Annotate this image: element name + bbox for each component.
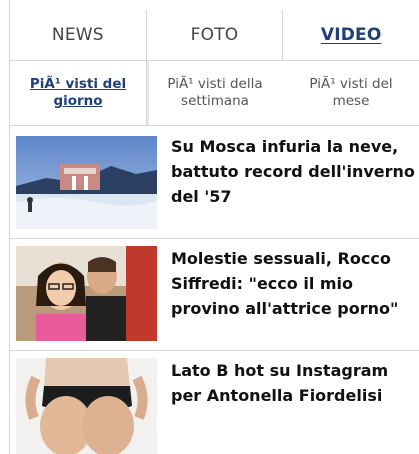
tab-news[interactable]: NEWS (10, 10, 146, 60)
portrait-image (16, 246, 157, 341)
main-tabs: NEWS FOTO VIDEO (10, 10, 419, 61)
news-thumbnail-instagram[interactable] (16, 358, 157, 454)
divider (10, 350, 419, 351)
photo-image (16, 358, 157, 454)
snow-scene-image (16, 136, 157, 229)
news-headline[interactable]: Su Mosca infuria la neve, battuto record… (171, 134, 415, 209)
subtab-month[interactable]: PiÃ¹ visti del mese (283, 61, 419, 125)
news-headline[interactable]: Lato B hot su Instagram per Antonella Fi… (171, 358, 415, 408)
list-item[interactable]: Su Mosca infuria la neve, battuto record… (10, 134, 419, 229)
list-item[interactable]: Molestie sessuali, Rocco Siffredi: "ecco… (10, 246, 419, 341)
list-item[interactable]: Lato B hot su Instagram per Antonella Fi… (10, 358, 419, 454)
tab-video[interactable]: VIDEO (282, 10, 419, 60)
news-thumbnail-people[interactable] (16, 246, 157, 341)
subtab-day[interactable]: PiÃ¹ visti del giorno (10, 61, 146, 125)
news-headline[interactable]: Molestie sessuali, Rocco Siffredi: "ecco… (171, 246, 415, 321)
sub-tabs: PiÃ¹ visti del giorno PiÃ¹ visti della s… (10, 61, 419, 126)
divider (10, 238, 419, 239)
tab-foto[interactable]: FOTO (145, 10, 283, 60)
news-thumbnail-snow[interactable] (16, 136, 157, 229)
subtab-week[interactable]: PiÃ¹ visti della settimana (146, 61, 283, 125)
